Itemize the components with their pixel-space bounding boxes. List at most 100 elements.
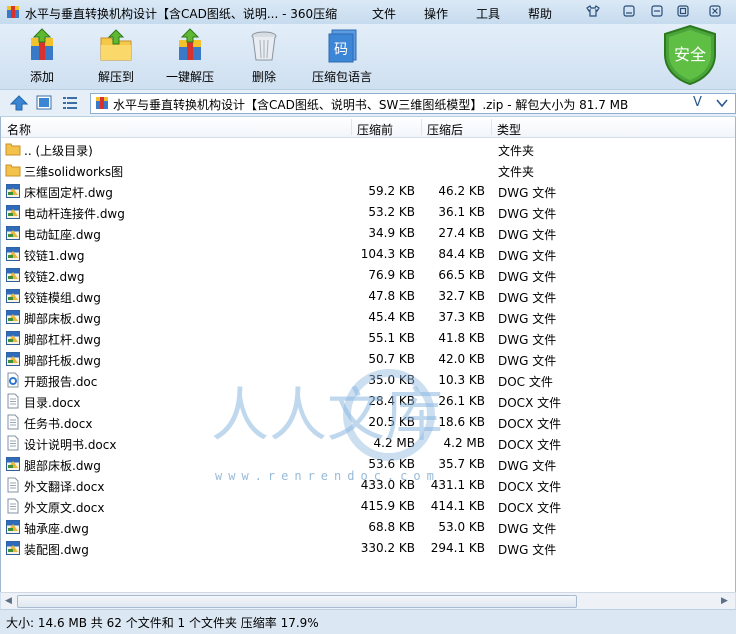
file-name: 设计说明书.docx	[24, 438, 117, 452]
file-size-before: 34.9 KB	[368, 226, 415, 240]
status-text: 大小: 14.6 MB 共 62 个文件和 1 个文件夹 压缩率 17.9%	[6, 616, 319, 630]
table-row[interactable]: 任务书.docx 20.5 KB 18.6 KB DOCX 文件	[1, 412, 735, 433]
file-type: DWG 文件	[498, 459, 557, 473]
table-row[interactable]: 三维solidworks图 文件夹	[1, 160, 735, 181]
table-row[interactable]: 脚部杠杆.dwg 55.1 KB 41.8 KB DWG 文件	[1, 328, 735, 349]
column-type[interactable]: 类型	[497, 121, 521, 138]
dwg-file-icon	[6, 268, 20, 282]
table-row[interactable]: 铰链1.dwg 104.3 KB 84.4 KB DWG 文件	[1, 244, 735, 265]
up-arrow-icon[interactable]	[10, 95, 28, 111]
table-row[interactable]: .. (上级目录) 文件夹	[1, 139, 735, 160]
one-click-extract-button[interactable]: 一键解压	[154, 28, 226, 85]
scroll-right-icon[interactable]: ▶	[721, 596, 728, 606]
security-shield-icon[interactable]: 安全	[661, 24, 719, 86]
scroll-left-icon[interactable]: ◀	[5, 596, 12, 606]
file-size-after: 35.7 KB	[438, 457, 485, 471]
file-name: 脚部托板.dwg	[24, 354, 101, 368]
file-name: 床框固定杆.dwg	[24, 186, 113, 200]
delete-label: 删除	[251, 70, 276, 84]
file-size-after: 41.8 KB	[438, 331, 485, 345]
file-type: DOC 文件	[498, 375, 553, 389]
menu-tools[interactable]: 工具	[476, 5, 500, 22]
file-type: 文件夹	[498, 165, 535, 179]
table-row[interactable]: 装配图.dwg 330.2 KB 294.1 KB DWG 文件	[1, 538, 735, 559]
toolbar: 添加 解压到 一键解压 删除 码 压缩包语言 安全	[0, 24, 736, 88]
file-name: 电动杆连接件.dwg	[24, 207, 125, 221]
column-divider[interactable]	[351, 119, 352, 135]
file-size-before: 35.0 KB	[368, 373, 415, 387]
table-row[interactable]: 电动杆连接件.dwg 53.2 KB 36.1 KB DWG 文件	[1, 202, 735, 223]
table-row[interactable]: 外文原文.docx 415.9 KB 414.1 KB DOCX 文件	[1, 496, 735, 517]
address-dropdown-icon[interactable]: V	[693, 95, 702, 110]
table-row[interactable]: 外文翻译.docx 433.0 KB 431.1 KB DOCX 文件	[1, 475, 735, 496]
table-row[interactable]: 脚部床板.dwg 45.4 KB 37.3 KB DWG 文件	[1, 307, 735, 328]
menu-file[interactable]: 文件	[372, 5, 396, 22]
folder-icon	[5, 143, 21, 156]
file-size-after: 53.0 KB	[438, 520, 485, 534]
file-type: DOCX 文件	[498, 480, 562, 494]
table-row[interactable]: 床框固定杆.dwg 59.2 KB 46.2 KB DWG 文件	[1, 181, 735, 202]
language-glyph: 码	[334, 42, 348, 58]
column-name[interactable]: 名称	[7, 121, 31, 138]
table-row[interactable]: 脚部托板.dwg 50.7 KB 42.0 KB DWG 文件	[1, 349, 735, 370]
view-icons-icon[interactable]	[36, 95, 52, 111]
file-size-after: 46.2 KB	[438, 184, 485, 198]
horizontal-scrollbar[interactable]: ◀ ▶	[1, 592, 735, 609]
file-size-before: 76.9 KB	[368, 268, 415, 282]
file-name: 外文原文.docx	[24, 501, 105, 515]
address-bar[interactable]: 水平与垂直转换机构设计【含CAD图纸、说明书、SW三维图纸模型】.zip - 解…	[90, 93, 736, 114]
file-size-after: 10.3 KB	[438, 373, 485, 387]
file-list: 名称 压缩前 压缩后 类型 .. (上级目录) 文件夹 三维solidworks图文…	[0, 117, 736, 592]
file-name: 电动缸座.dwg	[24, 228, 101, 242]
file-size-before: 415.9 KB	[360, 499, 415, 513]
title-bar: 水平与垂直转换机构设计【含CAD图纸、说明... - 360压缩 文件 操作 工…	[0, 0, 736, 24]
file-type: 文件夹	[498, 144, 535, 158]
maximize-icon[interactable]	[672, 3, 694, 19]
dwg-file-icon	[6, 520, 20, 534]
file-name: .. (上级目录)	[24, 144, 93, 158]
one-click-extract-label: 一键解压	[165, 70, 214, 84]
doc-file-icon	[7, 372, 19, 388]
table-row[interactable]: 目录.docx 28.4 KB 26.1 KB DOCX 文件	[1, 391, 735, 412]
column-divider[interactable]	[491, 119, 492, 135]
scroll-thumb[interactable]	[17, 595, 577, 608]
archive-language-label: 压缩包语言	[311, 70, 372, 84]
table-row[interactable]: 铰链模组.dwg 47.8 KB 32.7 KB DWG 文件	[1, 286, 735, 307]
table-row[interactable]: 电动缸座.dwg 34.9 KB 27.4 KB DWG 文件	[1, 223, 735, 244]
file-type: DWG 文件	[498, 249, 557, 263]
close-icon[interactable]	[704, 3, 726, 19]
table-row[interactable]: 腿部床板.dwg 53.6 KB 35.7 KB DWG 文件	[1, 454, 735, 475]
app-icon	[7, 6, 19, 18]
chevron-down-icon[interactable]	[715, 97, 729, 109]
file-size-before: 55.1 KB	[368, 331, 415, 345]
add-button[interactable]: 添加	[6, 28, 78, 85]
extract-to-button[interactable]: 解压到	[80, 28, 152, 85]
file-size-before: 20.5 KB	[368, 415, 415, 429]
file-type: DWG 文件	[498, 270, 557, 284]
file-name: 装配图.dwg	[24, 543, 89, 557]
table-row[interactable]: 轴承座.dwg 68.8 KB 53.0 KB DWG 文件	[1, 517, 735, 538]
file-size-after: 431.1 KB	[430, 478, 485, 492]
column-compressed-after[interactable]: 压缩后	[427, 121, 463, 138]
table-row[interactable]: 设计说明书.docx 4.2 MB 4.2 MB DOCX 文件	[1, 433, 735, 454]
file-size-after: 32.7 KB	[438, 289, 485, 303]
column-divider[interactable]	[421, 119, 422, 135]
table-row[interactable]: 开题报告.doc 35.0 KB 10.3 KB DOC 文件	[1, 370, 735, 391]
docx-file-icon	[7, 498, 19, 514]
minimize-icon[interactable]	[646, 3, 668, 19]
feedback-icon[interactable]	[618, 3, 640, 19]
address-path: 水平与垂直转换机构设计【含CAD图纸、说明书、SW三维图纸模型】.zip - 解…	[113, 98, 629, 112]
dwg-file-icon	[6, 457, 20, 471]
skin-icon[interactable]	[582, 3, 604, 19]
dwg-file-icon	[6, 226, 20, 240]
delete-button[interactable]: 删除	[228, 28, 300, 85]
view-list-icon[interactable]	[62, 95, 78, 111]
table-row[interactable]: 铰链2.dwg 76.9 KB 66.5 KB DWG 文件	[1, 265, 735, 286]
list-header: 名称 压缩前 压缩后 类型	[1, 117, 735, 138]
file-name: 外文翻译.docx	[24, 480, 105, 494]
file-name: 脚部床板.dwg	[24, 312, 101, 326]
archive-language-button[interactable]: 码 压缩包语言	[302, 28, 382, 85]
menu-operation[interactable]: 操作	[424, 5, 448, 22]
menu-help[interactable]: 帮助	[528, 5, 552, 22]
column-compressed-before[interactable]: 压缩前	[357, 121, 393, 138]
